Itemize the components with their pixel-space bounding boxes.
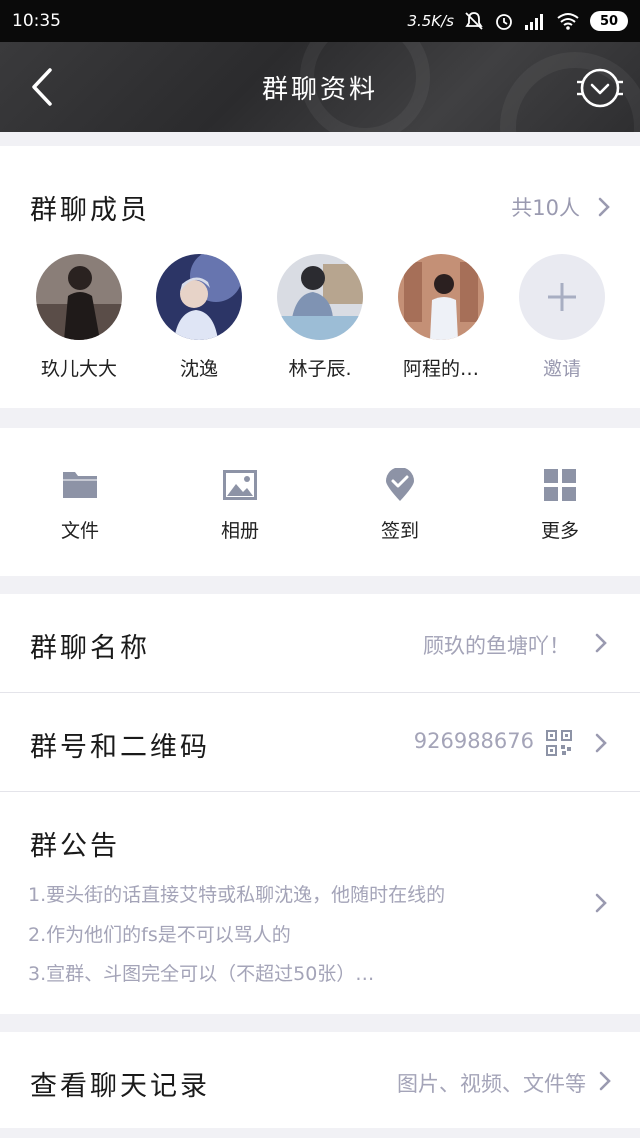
qr-code-icon — [546, 730, 572, 756]
chevron-right-icon — [595, 633, 607, 653]
group-name-value: 顾玖的鱼塘吖！ — [423, 634, 570, 658]
group-number-title: 群号和二维码 — [30, 732, 210, 763]
net-speed: 3.5K/s — [407, 12, 454, 30]
grid-icon — [544, 469, 576, 501]
chevron-right-icon — [595, 733, 607, 753]
more-button[interactable]: 更多 — [480, 468, 640, 568]
invite-button[interactable] — [519, 254, 605, 340]
album-button[interactable]: 相册 — [160, 468, 320, 568]
circle-chevron-down-icon — [577, 68, 623, 108]
status-bar: 10:35 3.5K/s 50 — [0, 0, 640, 42]
history-title: 查看聊天记录 — [30, 1071, 210, 1102]
group-number-value: 926988676 — [413, 729, 534, 753]
member-name: 林子辰. — [288, 358, 352, 380]
notice-line: 3.宣群、斗图完全可以（不超过50张）… — [28, 963, 375, 985]
checkin-button[interactable]: 签到 — [320, 468, 480, 568]
member-avatar[interactable] — [277, 254, 363, 340]
group-tools-section: 文件 相册 签到 更多 — [0, 428, 640, 576]
tool-label: 文件 — [60, 520, 99, 542]
battery-indicator: 50 — [590, 11, 628, 31]
image-icon — [223, 470, 257, 500]
group-name-row[interactable]: 群聊名称 顾玖的鱼塘吖！ — [0, 594, 640, 692]
group-members-section: 群聊成员 共10人 玖儿大大 沈逸 林子辰. 阿程的… 邀请 — [0, 146, 640, 408]
signal-icon — [524, 12, 546, 30]
member-avatar[interactable] — [36, 254, 122, 340]
member-name: 沈逸 — [179, 358, 218, 380]
notice-title: 群公告 — [30, 831, 120, 862]
tool-label: 更多 — [540, 520, 579, 542]
tool-label: 相册 — [220, 520, 259, 542]
location-check-icon — [386, 468, 414, 501]
group-number-row[interactable]: 群号和二维码 926988676 — [0, 693, 640, 791]
chat-history-row[interactable]: 查看聊天记录 图片、视频、文件等 — [0, 1032, 640, 1128]
history-value: 图片、视频、文件等 — [397, 1072, 586, 1096]
notice-line: 1.要头街的话直接艾特或私聊沈逸，他随时在线的 — [28, 884, 446, 906]
folder-icon — [63, 472, 97, 498]
chevron-right-icon[interactable] — [597, 196, 611, 218]
page-title: 群聊资料 — [261, 75, 378, 105]
member-name: 玖儿大大 — [40, 358, 117, 380]
notice-line: 2.作为他们的fs是不可以骂人的 — [28, 924, 291, 946]
mute-bell-icon — [464, 11, 484, 31]
member-name: 阿程的… — [402, 358, 479, 380]
tool-label: 签到 — [380, 520, 419, 542]
plus-icon — [548, 283, 576, 311]
chevron-right-icon — [595, 893, 607, 913]
status-time: 10:35 — [12, 11, 61, 31]
chevron-right-icon — [599, 1071, 611, 1091]
files-button[interactable]: 文件 — [0, 468, 160, 568]
header: 群聊资料 — [0, 42, 640, 132]
invite-label: 邀请 — [542, 358, 581, 380]
status-icons: 3.5K/s 50 — [407, 11, 628, 31]
group-name-title: 群聊名称 — [30, 633, 150, 664]
members-title: 群聊成员 — [30, 195, 150, 226]
member-avatar[interactable] — [156, 254, 242, 340]
alarm-icon — [494, 11, 514, 31]
member-avatar[interactable] — [398, 254, 484, 340]
member-count[interactable]: 共10人 — [511, 192, 580, 222]
menu-button[interactable] — [574, 62, 626, 114]
wifi-icon — [556, 12, 580, 30]
group-notice-row[interactable]: 群公告 1.要头街的话直接艾特或私聊沈逸，他随时在线的 2.作为他们的fs是不可… — [0, 792, 640, 1014]
